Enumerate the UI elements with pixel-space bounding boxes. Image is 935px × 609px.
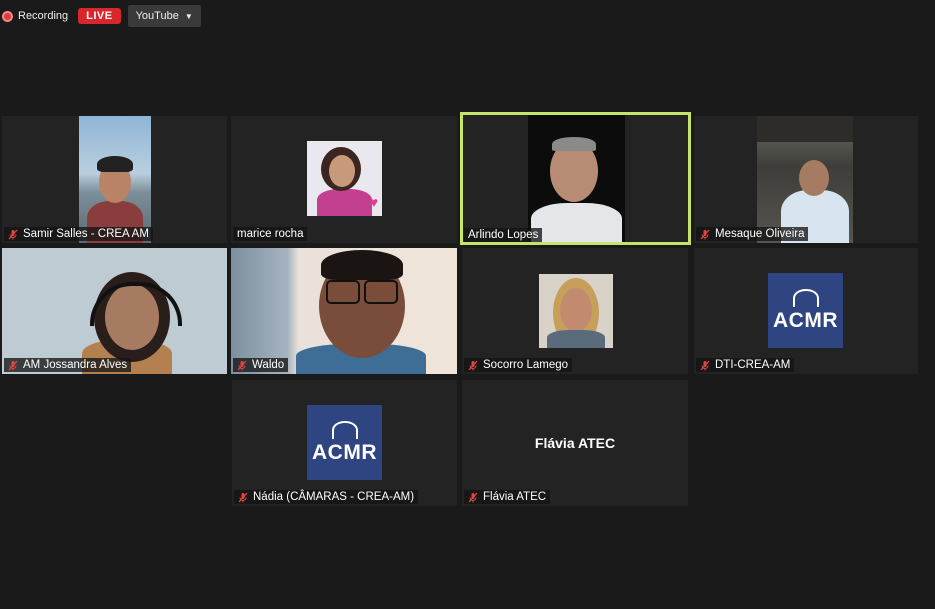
heart-icon: ♥ xyxy=(369,194,378,210)
video-feed xyxy=(231,248,457,374)
participant-name-tag: Flávia ATEC xyxy=(464,490,551,504)
participant-tile-marice[interactable]: ♥ marice rocha xyxy=(231,116,457,243)
participant-name: DTI-CREA-AM xyxy=(715,359,791,371)
participant-tile-arlindo-active-speaker[interactable]: Arlindo Lopes xyxy=(460,112,691,245)
participant-name-tag: Samir Salles - CREA AM xyxy=(4,227,153,241)
participant-display-name: Flávia ATEC xyxy=(534,435,616,451)
live-badge[interactable]: LIVE xyxy=(78,8,121,24)
participant-name: Flávia ATEC xyxy=(483,491,547,503)
participant-tile-flavia[interactable]: Flávia ATEC Flávia ATEC xyxy=(462,380,688,506)
recording-toolbar: Recording LIVE YouTube ▼ xyxy=(0,3,201,29)
recording-icon xyxy=(2,10,13,22)
participant-tile-socorro[interactable]: Socorro Lamego xyxy=(462,248,688,374)
video-feed xyxy=(757,116,853,243)
participant-name-tag: Arlindo Lopes xyxy=(464,228,543,242)
participant-name: Samir Salles - CREA AM xyxy=(23,228,149,240)
muted-mic-icon xyxy=(700,360,710,371)
participant-name: AM Jossandra Alves xyxy=(23,359,128,371)
profile-picture xyxy=(539,274,613,348)
participant-name-tag: AM Jossandra Alves xyxy=(4,358,132,372)
participant-name: Mesaque Oliveira xyxy=(715,228,805,240)
muted-mic-icon xyxy=(8,229,18,240)
participant-tile-mesaque[interactable]: Mesaque Oliveira xyxy=(694,116,918,243)
chevron-down-icon: ▼ xyxy=(184,11,193,21)
muted-mic-icon xyxy=(700,229,710,240)
video-feed xyxy=(2,248,227,374)
muted-mic-icon xyxy=(468,360,478,371)
participant-name: Waldo xyxy=(252,359,285,371)
participant-name-tag: marice rocha xyxy=(233,227,308,241)
participant-tile-waldo[interactable]: Waldo xyxy=(231,248,457,374)
participant-name: Nádia (CÂMARAS - CREA-AM) xyxy=(253,491,415,503)
participant-name: Arlindo Lopes xyxy=(468,229,539,241)
muted-mic-icon xyxy=(237,360,247,371)
participant-name-tag: Mesaque Oliveira xyxy=(696,227,809,241)
participant-name: marice rocha xyxy=(237,228,304,240)
crea-seal-icon xyxy=(792,288,819,307)
youtube-stream-button[interactable]: YouTube ▼ xyxy=(127,5,201,27)
participant-tile-jossandra[interactable]: AM Jossandra Alves xyxy=(2,248,227,374)
participant-name-tag: DTI-CREA-AM xyxy=(696,358,795,372)
participant-tile-samir[interactable]: Samir Salles - CREA AM xyxy=(2,116,227,243)
acmr-logo: ACMR xyxy=(307,405,382,480)
muted-mic-icon xyxy=(468,492,478,503)
participant-name: Socorro Lamego xyxy=(483,359,569,371)
crea-seal-icon xyxy=(331,420,358,439)
muted-mic-icon xyxy=(238,492,248,503)
muted-mic-icon xyxy=(8,360,18,371)
participant-tile-dti[interactable]: ACMR DTI-CREA-AM xyxy=(694,248,918,374)
participant-name-tag: Waldo xyxy=(233,358,289,372)
participant-tile-nadia[interactable]: ACMR Nádia (CÂMARAS - CREA-AM) xyxy=(232,380,457,506)
video-feed xyxy=(528,115,625,242)
profile-picture: ♥ xyxy=(307,141,382,216)
participant-name-tag: Socorro Lamego xyxy=(464,358,573,372)
participant-name-tag: Nádia (CÂMARAS - CREA-AM) xyxy=(234,490,419,504)
recording-label: Recording xyxy=(18,10,69,22)
video-feed xyxy=(79,116,151,243)
youtube-label: YouTube xyxy=(135,10,179,22)
acmr-logo: ACMR xyxy=(768,273,843,348)
